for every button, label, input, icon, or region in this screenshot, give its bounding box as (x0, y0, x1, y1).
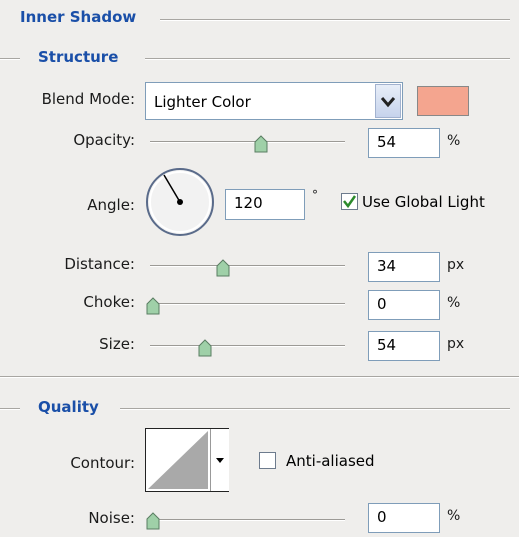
choke-unit: % (447, 295, 461, 311)
angle-dial-icon[interactable] (145, 167, 215, 237)
noise-unit: % (447, 508, 461, 524)
choke-input[interactable]: 0 (368, 290, 440, 320)
size-slider-track[interactable] (150, 345, 345, 347)
size-slider-thumb[interactable] (198, 339, 212, 357)
group-divider (0, 376, 519, 378)
size-label: Size: (99, 335, 135, 353)
noise-slider-track[interactable] (150, 519, 345, 521)
blend-mode-select[interactable]: Lighter Color (145, 82, 403, 120)
angle-input[interactable]: 120 (225, 189, 305, 220)
choke-label: Choke: (83, 293, 135, 311)
opacity-label: Opacity: (73, 131, 135, 149)
divider (145, 58, 510, 60)
choke-slider-track[interactable] (150, 303, 345, 305)
distance-slider-thumb[interactable] (216, 259, 230, 277)
distance-slider-track[interactable] (150, 265, 345, 267)
opacity-unit: % (447, 133, 461, 149)
use-global-light-label[interactable]: Use Global Light (362, 193, 485, 211)
angle-unit: ° (312, 188, 318, 202)
chevron-down-icon[interactable] (375, 84, 401, 118)
quality-section-title: Quality (38, 398, 99, 416)
contour-dropdown-button[interactable] (210, 429, 229, 491)
opacity-input[interactable]: 54 (368, 128, 440, 158)
distance-label: Distance: (64, 255, 135, 273)
contour-picker[interactable] (145, 428, 229, 492)
opacity-slider-thumb[interactable] (254, 135, 268, 153)
chevron-down-icon (216, 458, 224, 463)
divider (0, 408, 20, 410)
blend-mode-label: Blend Mode: (41, 90, 135, 108)
anti-aliased-checkbox[interactable] (259, 452, 276, 469)
size-input[interactable]: 54 (368, 331, 440, 361)
checkmark-icon (343, 195, 357, 209)
opacity-slider-track[interactable] (150, 141, 345, 143)
distance-input[interactable]: 34 (368, 252, 440, 282)
divider (160, 19, 510, 21)
divider (120, 408, 510, 410)
divider (0, 58, 20, 60)
blend-mode-value: Lighter Color (154, 93, 251, 111)
distance-unit: px (447, 257, 465, 273)
shadow-color-swatch[interactable] (417, 86, 469, 116)
angle-label: Angle: (87, 196, 135, 214)
noise-input[interactable]: 0 (368, 503, 440, 533)
use-global-light-checkbox[interactable] (341, 193, 358, 210)
choke-slider-thumb[interactable] (146, 297, 160, 315)
noise-slider-thumb[interactable] (146, 512, 160, 530)
noise-label: Noise: (88, 509, 135, 527)
structure-section-title: Structure (38, 48, 119, 66)
anti-aliased-label[interactable]: Anti-aliased (286, 452, 375, 470)
panel-title: Inner Shadow (20, 8, 137, 26)
contour-label: Contour: (70, 454, 135, 472)
contour-curve-icon (148, 431, 208, 489)
size-unit: px (447, 336, 465, 352)
